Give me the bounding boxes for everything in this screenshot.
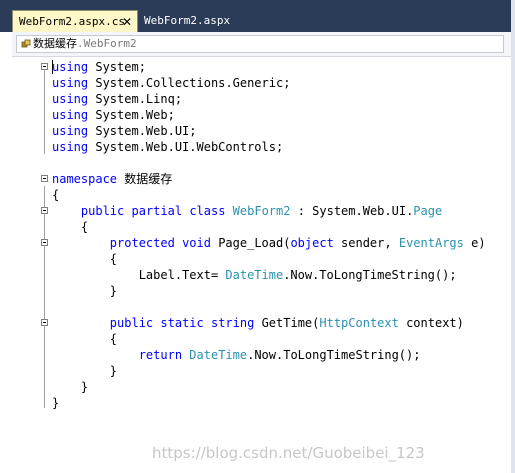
- code-line[interactable]: using System;: [52, 59, 146, 75]
- code-text: System.Web.UI.WebControls;: [88, 140, 284, 154]
- code-text: }: [52, 364, 118, 378]
- code-keyword: partial: [131, 204, 183, 218]
- code-text: }: [52, 380, 89, 394]
- watermark: https://blog.csdn.net/Guobeibei_123: [152, 444, 425, 462]
- tab-webform2-aspx[interactable]: WebForm2.aspx: [140, 10, 232, 32]
- namespace-label: 数据缓存: [33, 37, 77, 50]
- code-keyword: using: [52, 76, 89, 90]
- code-keyword: public: [109, 316, 154, 330]
- selection-margin[interactable]: [12, 57, 32, 473]
- code-text: {: [52, 252, 118, 266]
- code-text: System;: [88, 60, 146, 74]
- code-line[interactable]: }: [52, 283, 117, 299]
- code-keyword: protected: [109, 236, 175, 250]
- tab-label: WebForm2.aspx: [144, 14, 231, 27]
- code-keyword: public: [80, 204, 125, 218]
- code-text: {: [52, 332, 118, 346]
- code-line[interactable]: }: [52, 379, 88, 395]
- collapse-gettime-icon[interactable]: [41, 319, 48, 326]
- collapse-page-load-icon[interactable]: [41, 239, 48, 246]
- code-text: .Now.ToLongTimeString();: [247, 348, 421, 362]
- code-line[interactable]: protected void Page_Load(object sender, …: [52, 235, 486, 251]
- code-text: .Now.ToLongTimeString();: [283, 268, 457, 282]
- code-line[interactable]: using System.Web.UI;: [52, 123, 197, 139]
- code-line[interactable]: using System.Web.UI.WebControls;: [52, 139, 283, 155]
- code-text: {: [52, 188, 60, 202]
- code-text: System.Web.UI;: [88, 124, 197, 138]
- code-line[interactable]: }: [52, 363, 117, 379]
- code-line[interactable]: public static string GetTime(HttpContext…: [52, 315, 464, 331]
- code-line[interactable]: public partial class WebForm2 : System.W…: [52, 203, 442, 219]
- code-editor-window: WebForm2.aspx.cs ✕ WebForm2.aspx 数据缓存.We…: [0, 0, 515, 473]
- code-type-name: DateTime: [189, 348, 248, 362]
- code-line[interactable]: return DateTime.Now.ToLongTimeString();: [52, 347, 421, 363]
- code-keyword: return: [138, 348, 183, 362]
- code-text: {: [52, 220, 89, 234]
- code-keyword: object: [290, 236, 334, 250]
- code-text: }: [52, 396, 60, 410]
- collapse-namespace-icon[interactable]: [41, 175, 48, 182]
- code-type-name: WebForm2: [232, 204, 291, 218]
- code-line[interactable]: {: [52, 219, 88, 235]
- code-text: sender,: [333, 236, 399, 250]
- code-type-name: EventArgs: [398, 236, 464, 250]
- code-line[interactable]: using System.Collections.Generic;: [52, 75, 290, 91]
- code-line[interactable]: {: [52, 187, 59, 203]
- code-keyword: static: [160, 316, 204, 330]
- code-text: Label.Text=: [52, 268, 226, 282]
- navigation-bar: 数据缓存.WebForm2: [12, 32, 511, 57]
- code-keyword: using: [52, 60, 89, 74]
- code-line[interactable]: {: [52, 331, 117, 347]
- code-type-name: HttpContext: [319, 316, 399, 330]
- code-text: System.Collections.Generic;: [88, 76, 291, 90]
- code-keyword: using: [52, 140, 89, 154]
- code-line[interactable]: namespace 数据缓存: [52, 171, 172, 187]
- code-text: 数据缓存: [117, 172, 173, 186]
- code-keyword: class: [189, 204, 226, 218]
- tab-label: WebForm2.aspx.cs: [19, 15, 125, 28]
- code-text: GetTime(: [254, 316, 320, 330]
- outline-guide: [44, 250, 45, 294]
- window-border: [511, 0, 515, 473]
- code-text: }: [52, 284, 118, 298]
- code-text: System.Web;: [88, 108, 175, 122]
- close-icon[interactable]: ✕: [122, 11, 132, 33]
- code-keyword: using: [52, 92, 89, 106]
- code-type-name: DateTime: [225, 268, 284, 282]
- code-keyword: using: [52, 108, 89, 122]
- code-text: e): [463, 236, 486, 250]
- code-type-name: Page: [413, 204, 443, 218]
- class-icon: [21, 38, 31, 48]
- code-line[interactable]: Label.Text= DateTime.Now.ToLongTimeStrin…: [52, 267, 457, 283]
- type-dropdown[interactable]: 数据缓存.WebForm2: [16, 35, 504, 53]
- code-keyword: namespace: [52, 172, 118, 186]
- code-text: : System.Web.UI.: [290, 204, 414, 218]
- collapse-using-icon[interactable]: [41, 63, 48, 70]
- code-line[interactable]: using System.Web;: [52, 107, 175, 123]
- document-tab-strip: WebForm2.aspx.cs ✕ WebForm2.aspx: [0, 0, 511, 32]
- outline-guide: [44, 70, 45, 154]
- code-line[interactable]: {: [52, 251, 117, 267]
- class-label: .WebForm2: [77, 37, 137, 50]
- code-keyword: string: [210, 316, 255, 330]
- collapse-class-icon[interactable]: [41, 207, 48, 214]
- code-text: System.Linq;: [88, 92, 183, 106]
- code-text: Page_Load(: [210, 236, 291, 250]
- code-keyword: using: [52, 124, 89, 138]
- code-line[interactable]: }: [52, 395, 59, 411]
- code-text: context): [398, 316, 464, 330]
- outline-guide: [44, 330, 45, 374]
- text-caret: [52, 60, 53, 74]
- code-keyword: void: [182, 236, 211, 250]
- code-line[interactable]: using System.Linq;: [52, 91, 182, 107]
- tab-webform2-aspx-cs[interactable]: WebForm2.aspx.cs ✕: [12, 10, 138, 32]
